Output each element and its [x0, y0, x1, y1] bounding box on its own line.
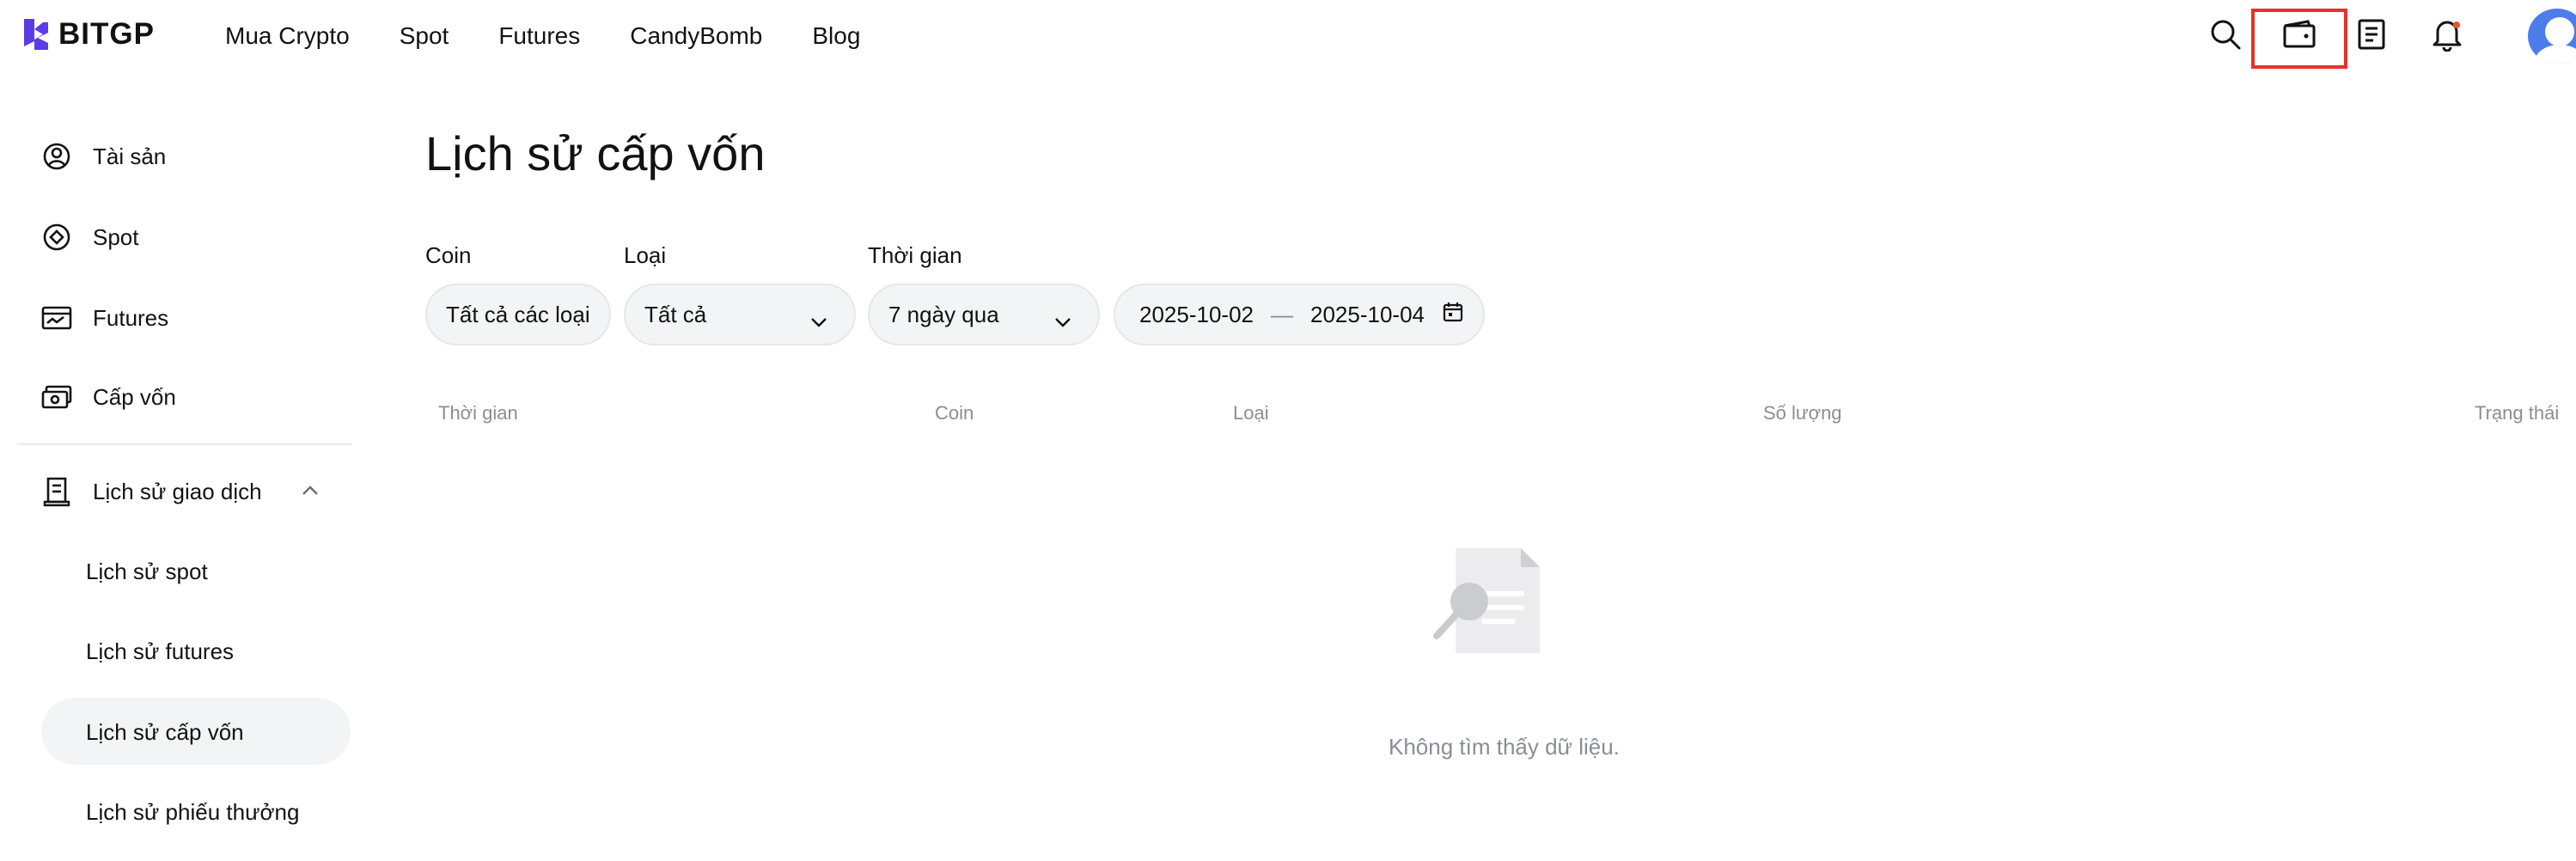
sidebar-divider — [17, 443, 352, 445]
time-select[interactable]: 7 ngày qua — [868, 284, 1100, 345]
table-header-amount: Số lượng — [1763, 402, 1842, 424]
nav-item-blog[interactable]: Blog — [812, 19, 860, 53]
empty-state-text: Không tìm thấy dữ liệu. — [1389, 734, 1620, 760]
filter-label-time: Thời gian — [868, 242, 962, 268]
sidebar-item-futures[interactable]: Futures — [41, 299, 168, 337]
sidebar-sub-futures-history[interactable]: Lịch sử futures — [86, 638, 234, 665]
nav-item-buy-crypto[interactable]: Mua Crypto — [225, 19, 350, 53]
chevron-up-icon[interactable] — [301, 485, 320, 501]
date-to[interactable]: 2025-10-04 — [1310, 302, 1425, 328]
sidebar-item-label: Futures — [93, 304, 169, 331]
type-select-value: Tất cả — [644, 301, 707, 327]
coin-select[interactable]: Tất cả các loại — [425, 284, 611, 345]
date-separator: — — [1271, 301, 1293, 327]
nav-item-spot[interactable]: Spot — [400, 19, 449, 53]
filter-label-coin: Coin — [425, 242, 472, 268]
empty-state-icon — [1430, 545, 1547, 661]
bitgp-logo-icon — [24, 19, 48, 50]
diamond-icon — [41, 222, 72, 253]
table-header-status: Trạng thái — [2475, 402, 2560, 424]
sidebar-sub-voucher-history[interactable]: Lịch sử phiếu thưởng — [86, 799, 299, 826]
nav-item-candybomb[interactable]: CandyBomb — [630, 19, 762, 53]
nav-item-futures[interactable]: Futures — [498, 19, 580, 53]
avatar[interactable] — [2528, 9, 2576, 64]
date-from[interactable]: 2025-10-02 — [1139, 302, 1254, 328]
top-header: BITGP Mua Crypto Spot Futures CandyBomb … — [0, 0, 2576, 72]
sidebar-item-label: Cấp vốn — [93, 383, 176, 410]
coin-select-value: Tất cả các loại — [446, 301, 590, 327]
date-range-picker[interactable]: 2025-10-02 — 2025-10-04 — [1114, 284, 1485, 345]
sidebar-item-trade-history[interactable]: Lịch sử giao dịch — [41, 473, 262, 510]
sidebar-item-assets[interactable]: Tài sản — [41, 137, 166, 175]
sidebar-sub-spot-history[interactable]: Lịch sử spot — [86, 559, 208, 585]
chevron-down-icon — [809, 308, 828, 334]
chevron-down-icon — [1053, 308, 1072, 334]
table-header-time: Thời gian — [438, 402, 518, 424]
receipt-icon — [41, 476, 72, 507]
table-header-coin: Coin — [935, 402, 974, 424]
main-nav: Mua Crypto Spot Futures CandyBomb Blog — [225, 19, 910, 53]
page-title: Lịch sử cấp vốn — [425, 126, 766, 180]
sidebar-sub-funding-history[interactable]: Lịch sử cấp vốn — [86, 719, 244, 746]
brand-logo[interactable]: BITGP — [21, 17, 155, 52]
sidebar-item-label: Tài sản — [93, 143, 167, 169]
highlight-box — [2251, 9, 2347, 69]
sidebar-item-spot[interactable]: Spot — [41, 218, 139, 256]
filter-label-type: Loại — [624, 242, 667, 268]
sidebar-item-label: Lịch sử giao dịch — [93, 478, 262, 504]
table-header-type: Loại — [1233, 402, 1269, 424]
user-circle-icon — [41, 141, 72, 172]
sidebar-item-funding[interactable]: Cấp vốn — [41, 378, 176, 416]
money-icon — [41, 382, 72, 412]
sidebar-item-label: Spot — [93, 223, 139, 250]
chart-card-icon — [41, 302, 72, 333]
search-icon[interactable] — [2207, 15, 2244, 53]
type-select[interactable]: Tất cả — [624, 284, 856, 345]
time-select-value: 7 ngày qua — [888, 301, 999, 327]
brand-name: BITGP — [58, 17, 155, 51]
orders-icon[interactable] — [2353, 15, 2390, 53]
calendar-icon[interactable] — [1442, 301, 1464, 329]
bell-icon[interactable] — [2428, 15, 2466, 53]
